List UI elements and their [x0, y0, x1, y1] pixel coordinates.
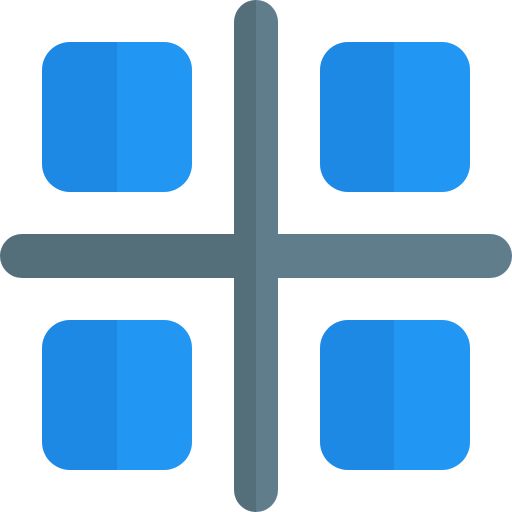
icon-canvas: [0, 0, 512, 512]
tile-top-left: [42, 42, 192, 192]
tile-bottom-left: [42, 320, 192, 470]
vertical-line: [234, 0, 278, 512]
tile-top-right: [320, 42, 470, 192]
tile-bottom-right: [320, 320, 470, 470]
grid-separator-icon: [0, 0, 512, 512]
